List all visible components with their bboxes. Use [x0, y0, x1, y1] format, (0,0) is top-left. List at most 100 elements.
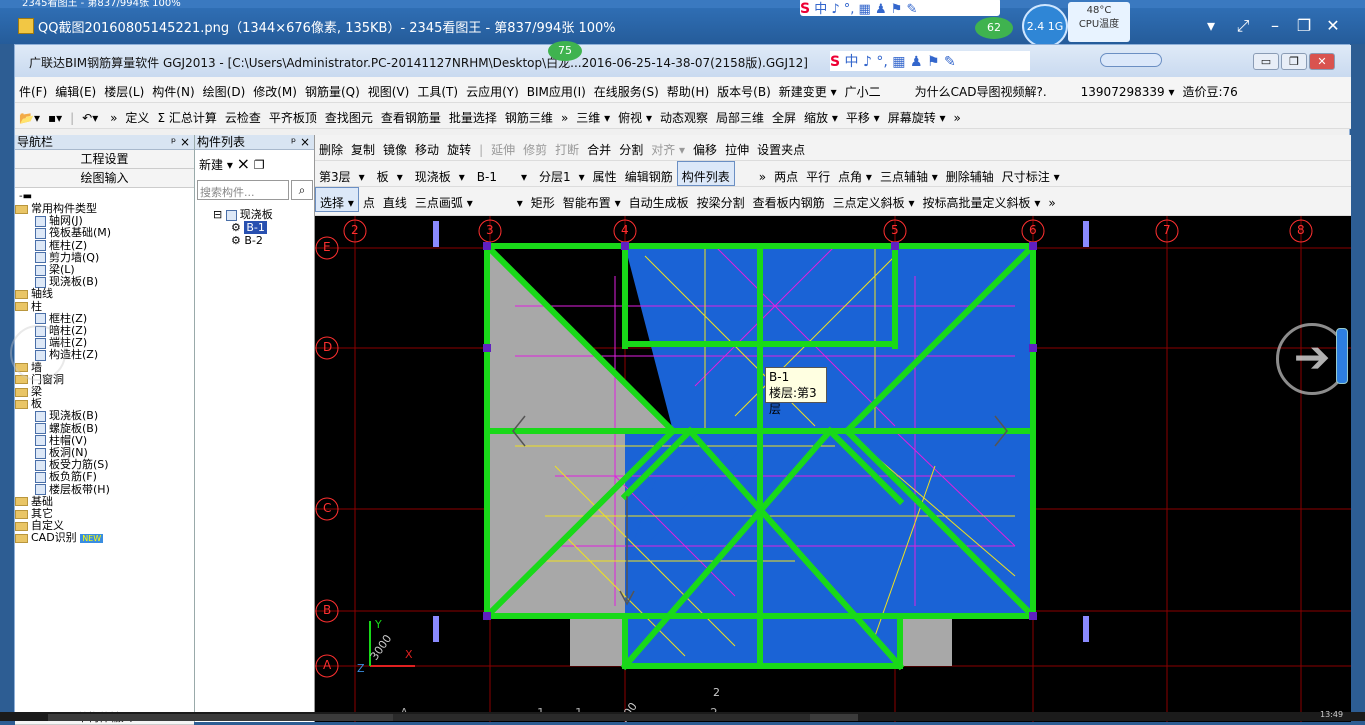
menu-view[interactable]: 视图(V): [364, 77, 414, 100]
list-item-b2[interactable]: ⚙ B-2: [213, 234, 273, 247]
app-minimize-button[interactable]: ▭: [1253, 53, 1279, 70]
type-select[interactable]: 板: [369, 162, 393, 185]
three-point-slope-button[interactable]: 三点定义斜板 ▾: [829, 188, 919, 211]
ime-toolbar[interactable]: S 中 ♪ °, ▦ ♟ ⚑ ✎: [830, 51, 1030, 71]
menu-modify[interactable]: 修改(M): [249, 77, 301, 100]
menu-draw[interactable]: 绘图(D): [199, 77, 250, 100]
component-list-button[interactable]: 构件列表: [676, 161, 735, 186]
floor-dropdown-icon[interactable]: ▾: [355, 164, 369, 184]
break-button[interactable]: 打断: [551, 135, 583, 158]
dimension-button[interactable]: 尺寸标注 ▾: [998, 162, 1064, 185]
top-view-button[interactable]: 俯视 ▾: [614, 103, 656, 126]
floor-select[interactable]: 第3层: [315, 162, 355, 185]
delete-component-icon[interactable]: ×: [237, 154, 250, 173]
menu-tools[interactable]: 工具(T): [413, 77, 462, 100]
app-close-button[interactable]: ✕: [1309, 53, 1335, 70]
tree-node[interactable]: 梁: [15, 385, 111, 398]
3d-button[interactable]: 三维 ▾: [572, 103, 614, 126]
menu-version[interactable]: 版本号(B): [713, 77, 775, 100]
viewer-restore-icon[interactable]: ❐: [1293, 16, 1315, 35]
app-restore-button[interactable]: ❐: [1281, 53, 1307, 70]
drawing-canvas[interactable]: 2 3 4 5 6 7 8 E D C B A A 1 1 2 3000 300…: [315, 216, 1351, 722]
component-select[interactable]: B-1: [469, 164, 501, 184]
ime-floating-bar[interactable]: S 中 ♪ °, ▦ ♟ ⚑ ✎: [800, 0, 1000, 17]
offset-button[interactable]: 偏移: [689, 135, 721, 158]
tree-node[interactable]: 轴线: [15, 288, 111, 300]
account-menu[interactable]: 13907298339 ▾: [1051, 79, 1179, 99]
component-dropdown-icon[interactable]: ▾: [501, 164, 531, 184]
align-button[interactable]: 对齐 ▾: [647, 135, 689, 158]
extend-button[interactable]: 延伸: [487, 135, 519, 158]
tree-node[interactable]: 楼层板带(H): [15, 483, 111, 496]
viewer-fit-icon[interactable]: ⤢: [1232, 16, 1254, 36]
list-root[interactable]: ⊟ 现浇板: [213, 208, 273, 221]
point-angle-button[interactable]: 点角 ▾: [834, 162, 876, 185]
orbit-button[interactable]: 动态观察: [656, 103, 712, 126]
tb1-more-2[interactable]: »: [557, 105, 572, 125]
flush-slab-top-button[interactable]: 平齐板顶: [265, 103, 321, 126]
subtype-select[interactable]: 现浇板: [407, 162, 455, 185]
delete-button[interactable]: 删除: [315, 135, 347, 158]
split-button[interactable]: 分割: [615, 135, 647, 158]
select-button[interactable]: 选择 ▾: [315, 187, 359, 212]
menu-online[interactable]: 在线服务(S): [590, 77, 663, 100]
menu-rebar-qty[interactable]: 钢筋量(Q): [301, 77, 364, 100]
layer-select[interactable]: 分层1: [531, 162, 575, 185]
summary-calc-button[interactable]: Σ 汇总计算: [153, 103, 220, 126]
search-icon[interactable]: ⌕: [291, 180, 313, 200]
project-settings-button[interactable]: 工程设置: [15, 150, 194, 169]
menu-edit[interactable]: 编辑(E): [51, 77, 100, 100]
tb1-more[interactable]: »: [106, 105, 121, 125]
point-button[interactable]: 点: [359, 188, 379, 211]
view-rebar-qty-button[interactable]: 查看钢筋量: [377, 103, 445, 126]
tb3-more[interactable]: »: [735, 164, 770, 184]
undo-icon[interactable]: ↶▾: [78, 105, 102, 125]
new-component-button[interactable]: 新建 ▾: [199, 158, 233, 172]
smart-place-button[interactable]: 智能布置 ▾: [559, 188, 625, 211]
nav-pin-close-icon[interactable]: ᵖ ×: [171, 135, 190, 150]
rebar-3d-button[interactable]: 钢筋三维: [501, 103, 557, 126]
mirror-button[interactable]: 镜像: [379, 135, 411, 158]
list-item-b1[interactable]: ⚙ B-1: [213, 221, 273, 234]
menu-cloud[interactable]: 云应用(Y): [462, 77, 523, 100]
type-dropdown-icon[interactable]: ▾: [393, 164, 407, 184]
edit-rebar-button[interactable]: 编辑钢筋: [621, 162, 677, 185]
drawing-input-button[interactable]: 绘图输入: [15, 169, 194, 188]
complist-pin-close-icon[interactable]: ᵖ ×: [291, 135, 310, 150]
cad-video-link[interactable]: 为什么CAD导图视频解?.: [885, 77, 1051, 100]
taskbar-item[interactable]: [810, 714, 858, 721]
viewer-side-tab[interactable]: [1336, 328, 1348, 384]
batch-slope-button[interactable]: 按标高批量定义斜板 ▾: [919, 188, 1045, 211]
viewer-close-icon[interactable]: ✕: [1322, 16, 1344, 35]
cloud-check-button[interactable]: 云检查: [221, 103, 265, 126]
two-point-button[interactable]: 两点: [770, 162, 802, 185]
tree-node[interactable]: 基础: [15, 495, 111, 508]
properties-button[interactable]: 属性: [589, 162, 621, 185]
copy-component-icon[interactable]: ❐: [254, 158, 265, 172]
define-button[interactable]: 定义: [121, 103, 153, 126]
menu-new-change[interactable]: 新建变更 ▾: [775, 77, 841, 100]
menu-assistant[interactable]: 广小二: [841, 77, 885, 100]
three-point-axis-button[interactable]: 三点辅轴 ▾: [876, 162, 942, 185]
component-search-input[interactable]: 搜索构件...: [197, 180, 289, 200]
three-point-arc-button[interactable]: 三点画弧 ▾: [411, 188, 477, 211]
move-button[interactable]: 移动: [411, 135, 443, 158]
find-element-button[interactable]: 查找图元: [321, 103, 377, 126]
menu-component[interactable]: 构件(N): [148, 77, 198, 100]
merge-button[interactable]: 合并: [583, 135, 615, 158]
taskbar-item[interactable]: [48, 714, 393, 721]
menu-floor[interactable]: 楼层(L): [100, 77, 148, 100]
menu-bim[interactable]: BIM应用(I): [523, 77, 590, 100]
line-button[interactable]: 直线: [379, 188, 411, 211]
tb1-overflow[interactable]: »: [950, 105, 965, 125]
menu-help[interactable]: 帮助(H): [663, 77, 713, 100]
viewer-dropdown-icon[interactable]: ▾: [1200, 16, 1222, 35]
stretch-button[interactable]: 拉伸: [721, 135, 753, 158]
subtype-dropdown-icon[interactable]: ▾: [455, 164, 469, 184]
tb4-more[interactable]: »: [1044, 190, 1059, 210]
copy-button[interactable]: 复制: [347, 135, 379, 158]
trim-button[interactable]: 修剪: [519, 135, 551, 158]
tree-node[interactable]: CAD识别 NEW: [15, 532, 111, 545]
set-grip-button[interactable]: 设置夹点: [753, 135, 809, 158]
screen-rotate-button[interactable]: 屏幕旋转 ▾: [884, 103, 950, 126]
